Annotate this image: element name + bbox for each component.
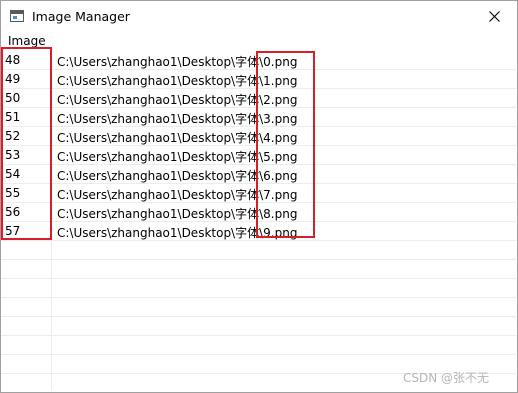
watermark: CSDN @张不无 (403, 371, 490, 385)
menu-item-image[interactable]: Image (8, 34, 46, 48)
close-button[interactable] (471, 2, 517, 31)
row-id-cell: 51 (5, 110, 21, 124)
empty-table-row (1, 260, 516, 279)
row-id-cell: 48 (5, 53, 21, 67)
empty-table-row (1, 298, 516, 317)
row-id-cell: 55 (5, 186, 21, 200)
empty-table-row (1, 317, 516, 336)
row-id-cell: 50 (5, 91, 21, 105)
title-bar[interactable]: Image Manager (1, 1, 517, 32)
table-row[interactable]: 53 C:\Users\zhanghao1\Desktop\字体\5.png (1, 146, 516, 165)
table-row[interactable]: 55 C:\Users\zhanghao1\Desktop\字体\7.png (1, 184, 516, 203)
row-path-cell: C:\Users\zhanghao1\Desktop\字体\1.png (57, 74, 298, 88)
image-table[interactable]: 48 C:\Users\zhanghao1\Desktop\字体\0.png 49 C… (1, 51, 516, 391)
close-icon (488, 11, 500, 22)
row-path-cell: C:\Users\zhanghao1\Desktop\字体\3.png (57, 112, 298, 126)
app-window-icon (10, 10, 24, 22)
row-id-cell: 53 (5, 148, 21, 162)
window-title: Image Manager (32, 9, 130, 24)
empty-table-row (1, 241, 516, 260)
table-row[interactable]: 57 C:\Users\zhanghao1\Desktop\字体\9.png (1, 222, 516, 241)
row-path-cell: C:\Users\zhanghao1\Desktop\字体\8.png (57, 207, 298, 221)
row-id-cell: 49 (5, 72, 21, 86)
table-row[interactable]: 52 C:\Users\zhanghao1\Desktop\字体\4.png (1, 127, 516, 146)
row-path-cell: C:\Users\zhanghao1\Desktop\字体\0.png (57, 55, 298, 69)
row-path-cell: C:\Users\zhanghao1\Desktop\字体\9.png (57, 226, 298, 240)
row-path-cell: C:\Users\zhanghao1\Desktop\字体\6.png (57, 169, 298, 183)
empty-table-row (1, 279, 516, 298)
row-id-cell: 57 (5, 224, 21, 238)
table-row[interactable]: 50 C:\Users\zhanghao1\Desktop\字体\2.png (1, 89, 516, 108)
row-path-cell: C:\Users\zhanghao1\Desktop\字体\2.png (57, 93, 298, 107)
column-divider (51, 51, 52, 391)
row-id-cell: 52 (5, 129, 21, 143)
table-row[interactable]: 48 C:\Users\zhanghao1\Desktop\字体\0.png (1, 51, 516, 70)
table-row[interactable]: 49 C:\Users\zhanghao1\Desktop\字体\1.png (1, 70, 516, 89)
menu-bar: Image (1, 32, 517, 50)
row-id-cell: 54 (5, 167, 21, 181)
table-row[interactable]: 54 C:\Users\zhanghao1\Desktop\字体\6.png (1, 165, 516, 184)
row-id-cell: 56 (5, 205, 21, 219)
table-row[interactable]: 51 C:\Users\zhanghao1\Desktop\字体\3.png (1, 108, 516, 127)
table-row[interactable]: 56 C:\Users\zhanghao1\Desktop\字体\8.png (1, 203, 516, 222)
row-path-cell: C:\Users\zhanghao1\Desktop\字体\5.png (57, 150, 298, 164)
row-path-cell: C:\Users\zhanghao1\Desktop\字体\7.png (57, 188, 298, 202)
empty-table-row (1, 336, 516, 355)
row-path-cell: C:\Users\zhanghao1\Desktop\字体\4.png (57, 131, 298, 145)
